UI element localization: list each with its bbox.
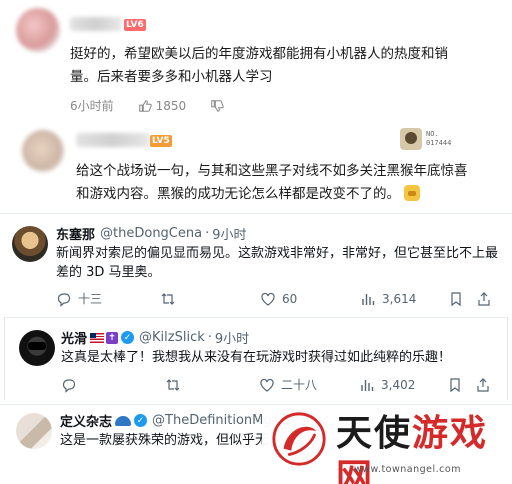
dog-emoji-icon [404, 185, 420, 201]
user-avatar-blurred[interactable] [16, 8, 60, 52]
angel-logo-icon [272, 412, 326, 466]
watermark-url: www.townangel.com [354, 464, 461, 475]
tweet-text: 这真是太棒了！我想我从来没有在玩游戏时获得过如此纯粹的乐趣！ [61, 348, 501, 367]
verified-badge-icon: ✓ [134, 414, 148, 427]
tweet-line: 差的 3D 马里奥。 [56, 265, 161, 280]
bookmark-button[interactable] [448, 291, 476, 307]
share-button[interactable] [475, 377, 491, 393]
level-badge: LV5 [150, 135, 172, 147]
tweet-line: 新闻界对索尼的偏见显而易见。这款游戏非常好，非常好，但它甚至比不上最 [56, 246, 499, 261]
comment-line: 量。后来者要多多和小机器人学习 [70, 69, 273, 85]
reply-button[interactable]: 十三 [56, 290, 160, 307]
thumbs-down-icon[interactable] [210, 99, 224, 113]
comment-text: 挺好的，希望欧美以后的年度游戏都能拥有小机器人的热度和销 量。后来者要多多和小机… [70, 43, 510, 89]
display-name[interactable]: 光滑 [61, 328, 87, 347]
user-avatar-blurred[interactable] [22, 130, 64, 172]
reply-count: 十三 [78, 292, 103, 306]
like-button[interactable]: 60 [260, 291, 360, 307]
comment-line: 和游戏内容。黑猴的成功无论怎么样都是改变不了的。 [76, 186, 400, 202]
comment-text: 给这个战场说一句，与其和这些黑子对线不如多关注黑猴年底惊喜 和游戏内容。黑猴的成… [76, 160, 512, 206]
share-button[interactable] [476, 291, 492, 307]
user-handle[interactable]: @TheDefinitionMg [152, 413, 272, 428]
like-button[interactable]: 1850 [138, 98, 187, 113]
cross-icon: ✝ [106, 331, 119, 344]
tweet[interactable]: 东塞那 @theDongCena · 9小时 新闻界对索尼的偏见显而易见。这款游… [0, 213, 512, 316]
hat-emoji-icon [115, 415, 132, 426]
tweet-time[interactable]: 9小时 [215, 328, 249, 347]
tweet-time[interactable]: 9小时 [212, 224, 246, 243]
heart-icon [261, 292, 275, 306]
username-blurred[interactable] [70, 17, 122, 31]
avatar[interactable] [16, 413, 52, 449]
verified-badge-icon: ✓ [121, 331, 135, 344]
comment-meta: 6小时前 1850 [70, 97, 224, 114]
reply-icon [62, 378, 76, 393]
user-handle[interactable]: @theDongCena [100, 226, 202, 241]
fan-badge: NO. 017444 [400, 128, 451, 150]
comment-line: 给这个战场说一句，与其和这些黑子对线不如多关注黑猴年底惊喜 [76, 163, 468, 179]
bookmark-icon [451, 291, 461, 306]
views-icon [361, 379, 374, 391]
comment-line: 挺好的，希望欧美以后的年度游戏都能拥有小机器人的热度和销 [70, 46, 448, 62]
site-watermark: 天使游戏网 www.townangel.com [262, 408, 512, 484]
retweet-button[interactable] [165, 377, 259, 393]
badge-label: NO. [426, 130, 439, 138]
retweet-icon [166, 378, 180, 391]
user-handle[interactable]: @KilzSlick [139, 330, 205, 345]
views-icon [362, 293, 375, 305]
avatar[interactable] [12, 226, 48, 262]
bili-comments: LV6 挺好的，希望欧美以后的年度游戏都能拥有小机器人的热度和销 量。后来者要多… [0, 0, 512, 210]
like-count: 1850 [155, 98, 187, 113]
level-badge: LV6 [124, 19, 146, 31]
comment-time: 6小时前 [70, 99, 114, 113]
watermark-text-a: 天使 [336, 413, 413, 454]
tweet-actions: 十三 60 3,614 [56, 290, 504, 307]
badge-picture [400, 128, 422, 150]
tweet[interactable]: 光滑 ✝ ✓ @KilzSlick · 9小时 这真是太棒了！我想我从来没有在玩… [4, 317, 508, 400]
view-count: 3,614 [382, 291, 417, 306]
us-flag-icon [90, 332, 105, 343]
reply-icon [57, 292, 71, 307]
like-button[interactable]: 二十八 [259, 376, 359, 393]
username-blurred[interactable] [76, 133, 150, 147]
bookmark-button[interactable] [447, 377, 475, 393]
share-icon [477, 377, 489, 392]
tweet-actions: 二十八 3,402 [61, 376, 501, 393]
thumbs-up-icon [138, 99, 152, 112]
share-icon [478, 291, 490, 306]
reply-button[interactable] [61, 377, 165, 393]
views-button[interactable]: 3,614 [360, 291, 448, 307]
avatar[interactable] [19, 330, 55, 366]
like-count: 二十八 [281, 378, 318, 392]
heart-icon [260, 378, 274, 392]
retweet-button[interactable] [160, 291, 260, 307]
display-name[interactable]: 定义杂志 [60, 411, 112, 430]
bookmark-icon [450, 377, 460, 392]
badge-number: 017444 [426, 139, 452, 147]
like-count: 60 [282, 291, 298, 306]
tweet-text: 新闻界对索尼的偏见显而易见。这款游戏非常好，非常好，但它甚至比不上最 差的 3D… [56, 244, 504, 282]
display-name[interactable]: 东塞那 [56, 224, 95, 243]
views-button[interactable]: 3,402 [359, 377, 447, 393]
tweet-line: 这真是太棒了！我想我从来没有在玩游戏时获得过如此纯粹的乐趣！ [61, 350, 452, 365]
retweet-icon [161, 292, 175, 305]
view-count: 3,402 [381, 377, 416, 392]
